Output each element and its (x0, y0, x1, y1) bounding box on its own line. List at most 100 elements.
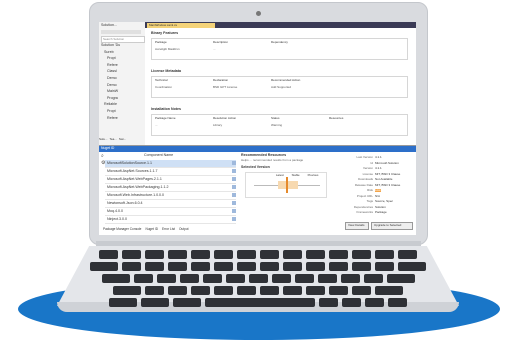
package-row[interactable]: Microsoft.AspNet.WebPackaging.1.1.2 (105, 184, 236, 192)
bottom-tab[interactable]: Package Manager Console (103, 227, 141, 231)
version-range (278, 181, 298, 189)
package-name: Microsoft.AspNet.Sources.1.1.7 (107, 168, 158, 173)
property-key: License (362, 171, 373, 176)
search-icon[interactable]: ⌕ (101, 154, 104, 159)
property-key: Downloads (358, 177, 373, 181)
solution-tree-item[interactable]: Propt (101, 109, 120, 114)
key (122, 262, 141, 271)
key (260, 286, 279, 295)
tab-label: MainWindow.xaml.cs (149, 23, 178, 27)
solution-search-input[interactable]: Search Solution (101, 36, 145, 43)
key (109, 298, 137, 307)
solution-tree-item[interactable]: Solution 'Du (101, 43, 120, 48)
package-checkbox[interactable] (232, 185, 236, 189)
package-row[interactable]: Ninject.3.0.0 (105, 216, 236, 224)
key (168, 262, 187, 271)
key (101, 274, 130, 283)
package-checkbox[interactable] (232, 177, 236, 181)
key (237, 250, 256, 259)
solution-footer-tab[interactable]: Swi... (119, 138, 126, 145)
solution-tree-item[interactable]: Classl (101, 70, 120, 74)
screen: Solution... Search Solution Solution 'Du… (99, 22, 416, 235)
key (306, 262, 325, 271)
property-key: Version (362, 166, 373, 170)
key (99, 250, 118, 259)
detail-text: Helps ... recommended results from a pac… (241, 158, 304, 162)
key (386, 274, 415, 283)
key (214, 250, 233, 259)
upgrade-button[interactable]: Upgrade to Selected (371, 222, 413, 230)
key (352, 262, 371, 271)
view-details-label: View Details (348, 223, 365, 227)
chart-label: Stable (291, 173, 300, 177)
solution-tree-item[interactable]: Demo (101, 83, 120, 88)
package-checkbox[interactable] (232, 209, 236, 213)
package-name: Microsoft.AspNet.WebPages.2.1.1 (107, 176, 162, 181)
table-cell: Add Supported (271, 85, 292, 89)
property-value: Microsoft.Solution (375, 160, 399, 165)
solution-tree-item[interactable]: Sureb (101, 50, 120, 55)
package-row[interactable]: Moq.4.0.0 (105, 208, 236, 216)
table-cell: Axceligib Maddrsn (155, 47, 180, 51)
solution-footer-tab[interactable]: Tea... (110, 138, 117, 145)
package-name: MicrosoftSolutionSource.1.1 (107, 160, 152, 165)
version-chart: Latest Stable Previous (245, 172, 327, 198)
package-checkbox[interactable] (232, 193, 236, 197)
key (248, 274, 268, 283)
package-row[interactable]: Microsoft.AspNet.Sources.1.1.7 (105, 168, 236, 176)
property-key: Last Version (356, 155, 373, 159)
table-header: Description (213, 40, 229, 44)
version-marker[interactable] (286, 177, 288, 193)
keyboard (88, 250, 428, 310)
key (191, 286, 210, 295)
property-key: Release Date (354, 182, 373, 187)
bottom-tab[interactable]: Error List (162, 227, 175, 231)
key (283, 262, 302, 271)
package-checkbox[interactable] (232, 217, 236, 221)
package-checkbox[interactable] (232, 201, 236, 205)
chart-label: Latest (276, 173, 284, 177)
key (214, 286, 233, 295)
key (352, 286, 371, 295)
key (365, 298, 384, 307)
solution-tree-item[interactable]: Propt (101, 57, 120, 61)
property-value: Source, Spec (375, 199, 394, 203)
keyboard-row (88, 250, 428, 259)
property-key: Id (370, 160, 373, 165)
version-chart-labels: Latest Stable Previous (276, 174, 318, 177)
package-checkbox[interactable] (232, 161, 236, 165)
solution-tree: Solution 'Du Sureb Propt Refere Classl Demo De… (101, 43, 120, 123)
view-details-button[interactable]: View Details (345, 222, 369, 230)
package-row[interactable]: Microsoft.Web.Infrastructure.1.0.0.0 (105, 192, 236, 200)
package-checkbox[interactable] (232, 169, 236, 173)
property-row: Frameworks Package (339, 211, 413, 217)
solution-toolbar[interactable] (101, 30, 141, 34)
property-key: Risk (367, 188, 373, 192)
table-header: Dependency (271, 40, 288, 44)
upgrade-label: Upgrade to Selected (374, 223, 402, 227)
solution-footer-tab[interactable]: Solu... (99, 138, 108, 145)
solution-tree-item[interactable]: Reliable (101, 103, 120, 107)
package-row[interactable]: Microsoft.AspNet.WebPages.2.1.1 (105, 176, 236, 184)
property-value: 4.1.1 (375, 155, 382, 159)
package-row[interactable]: Newtonsoft.Json.6.0.4 (105, 200, 236, 208)
solution-tree-item[interactable]: Refere (101, 63, 120, 68)
keyboard-row (88, 274, 428, 283)
key (173, 298, 201, 307)
key (191, 262, 210, 271)
solution-tree-item[interactable]: Refere (101, 116, 120, 121)
key (319, 298, 338, 307)
solution-tree-item[interactable]: Progra (101, 96, 120, 101)
key (317, 274, 337, 283)
solution-tree-item[interactable]: MainW (101, 90, 120, 94)
bottom-tab[interactable]: Output (179, 227, 189, 231)
package-name: Moq.4.0.0 (107, 208, 123, 213)
solution-search-placeholder: Search Solution (103, 37, 125, 41)
property-key: Dependencies (353, 204, 373, 209)
key (113, 286, 141, 295)
section-table: Package Description Dependency Axceligib Ma… (151, 38, 408, 60)
solution-tree-item[interactable]: Demo (101, 76, 120, 81)
bottom-tab[interactable]: Nuget ID (145, 227, 158, 231)
key (294, 274, 314, 283)
package-row[interactable]: MicrosoftSolutionSource.1.1 (105, 160, 236, 168)
